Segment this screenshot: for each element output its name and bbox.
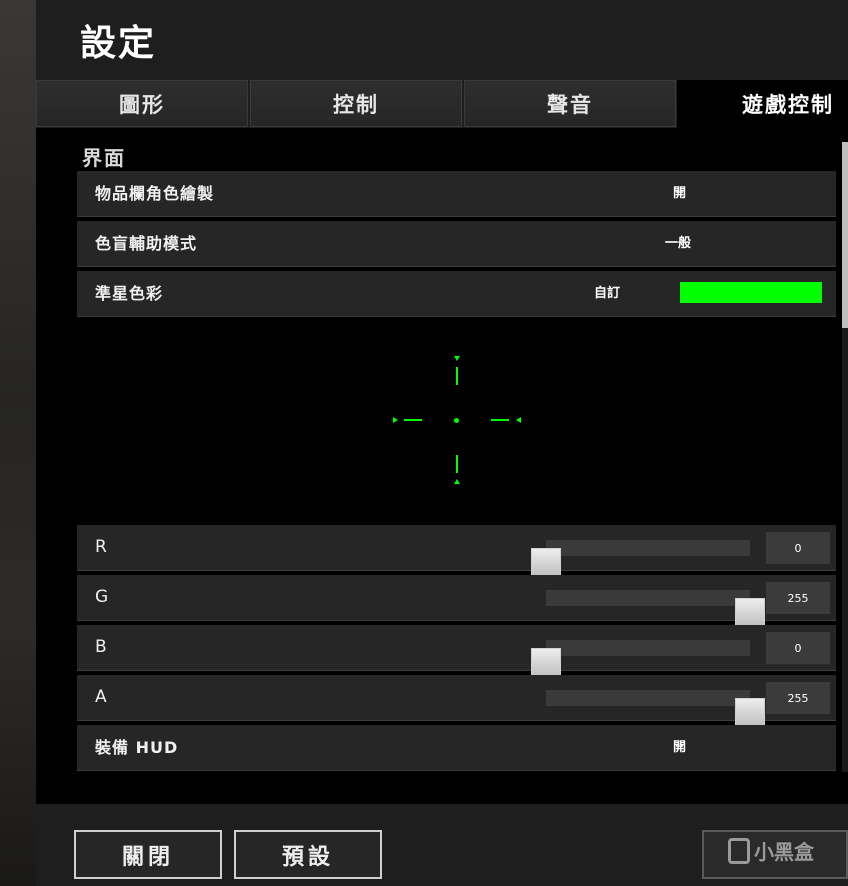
watermark-text: 小黑盒 [754, 840, 814, 864]
slider-row-b: B 0 [77, 625, 836, 678]
crosshair-arrow-top [454, 356, 460, 361]
section-title-interface: 界面 [82, 146, 126, 170]
setting-value-dropdown[interactable]: 一般 [665, 221, 691, 266]
close-button[interactable]: 關閉 [74, 830, 222, 879]
slider-value-input[interactable]: 255 [766, 582, 830, 614]
page-title: 設定 [80, 23, 157, 64]
slider-row-r: R 0 [77, 525, 836, 578]
crosshair-arrow-bottom [454, 479, 460, 484]
tab-controls[interactable]: 控制 [250, 80, 462, 127]
crosshair-line-right [491, 419, 509, 421]
watermark: 小黑盒 [728, 836, 814, 865]
slider-label: G [95, 587, 110, 607]
tab-bar: 圖形 控制 聲音 遊戲控制 [36, 80, 848, 128]
slider-thumb[interactable] [531, 648, 561, 678]
setting-row-colorblind[interactable]: 色盲輔助模式 一般 [77, 221, 836, 267]
tab-graphics[interactable]: 圖形 [36, 80, 248, 127]
slider-track[interactable] [546, 590, 765, 628]
slider-label: A [95, 687, 108, 707]
crosshair-color-swatch[interactable] [680, 282, 822, 303]
slider-track[interactable] [531, 540, 750, 578]
setting-label: 物品欄角色繪製 [95, 184, 215, 203]
slider-thumb[interactable] [531, 548, 561, 578]
crosshair-line-bottom [456, 455, 458, 473]
slider-track[interactable] [531, 640, 750, 678]
slider-label: B [95, 637, 108, 657]
slider-track[interactable] [546, 690, 765, 728]
setting-value-dropdown[interactable]: 自訂 [594, 271, 620, 316]
slider-row-g: G 255 [77, 575, 836, 628]
slider-thumb[interactable] [735, 598, 765, 628]
setting-label: 裝備 HUD [95, 738, 179, 757]
slider-value-input[interactable]: 0 [766, 632, 830, 664]
setting-row-inventory-color[interactable]: 物品欄角色繪製 開 [77, 171, 836, 217]
crosshair-arrow-right [516, 417, 521, 423]
crosshair-preview [77, 318, 836, 524]
background-game-scene [0, 0, 36, 886]
slider-row-a: A 255 [77, 675, 836, 728]
slider-value-input[interactable]: 255 [766, 682, 830, 714]
crosshair-center-dot [454, 418, 459, 423]
setting-row-equip-hud[interactable]: 裝備 HUD 開 [77, 725, 836, 771]
tab-gameplay[interactable]: 遊戲控制 [677, 80, 848, 128]
scrollbar-thumb[interactable] [842, 142, 848, 328]
setting-row-crosshair-color[interactable]: 準星色彩 自訂 [77, 271, 836, 317]
setting-value-dropdown[interactable]: 開 [673, 725, 686, 770]
setting-label: 準星色彩 [95, 284, 164, 303]
setting-label: 色盲輔助模式 [95, 234, 198, 253]
watermark-logo-icon [728, 837, 750, 864]
slider-thumb[interactable] [735, 698, 765, 728]
crosshair-line-top [456, 367, 458, 385]
slider-label: R [95, 537, 108, 557]
default-button[interactable]: 預設 [234, 830, 382, 879]
tab-sound[interactable]: 聲音 [464, 80, 676, 127]
slider-value-input[interactable]: 0 [766, 532, 830, 564]
setting-value-dropdown[interactable]: 開 [673, 171, 686, 216]
crosshair-arrow-left [393, 417, 398, 423]
crosshair-line-left [404, 419, 422, 421]
